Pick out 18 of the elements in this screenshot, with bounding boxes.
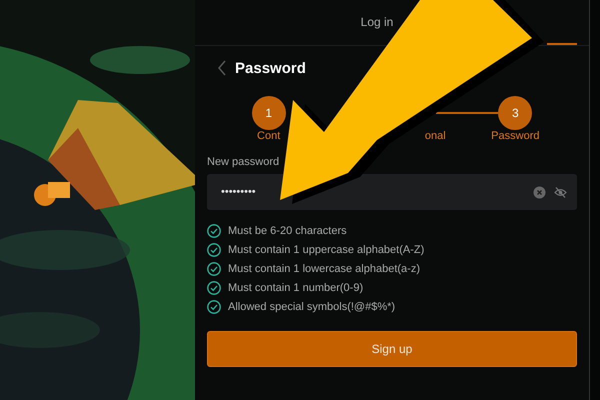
rule-text: Must contain 1 number(0-9) (228, 282, 364, 294)
step-label: Cont (257, 130, 280, 142)
clear-icon[interactable] (533, 186, 546, 198)
tab[interactable]: Log in (207, 0, 547, 45)
back-icon[interactable] (217, 60, 227, 76)
eye-off-icon[interactable] (554, 186, 567, 198)
password-field[interactable]: ••••••••• (207, 174, 577, 210)
step-number: 1 (252, 96, 286, 130)
rule-text: Allowed special symbols(!@#$%*) (228, 301, 396, 313)
rule-text: Must contain 1 lowercase alphabet(a-z) (228, 263, 420, 275)
step-label: onal (424, 130, 446, 142)
rule-text: Must contain 1 uppercase alphabet(A-Z) (228, 244, 424, 256)
field-label: New password (207, 156, 280, 168)
step-label: Password (491, 130, 540, 142)
rule-text: Must be 6-20 characters (228, 225, 347, 237)
page-title: Password (235, 60, 306, 76)
step-connector (436, 112, 498, 114)
step-number: 3 (498, 96, 532, 130)
